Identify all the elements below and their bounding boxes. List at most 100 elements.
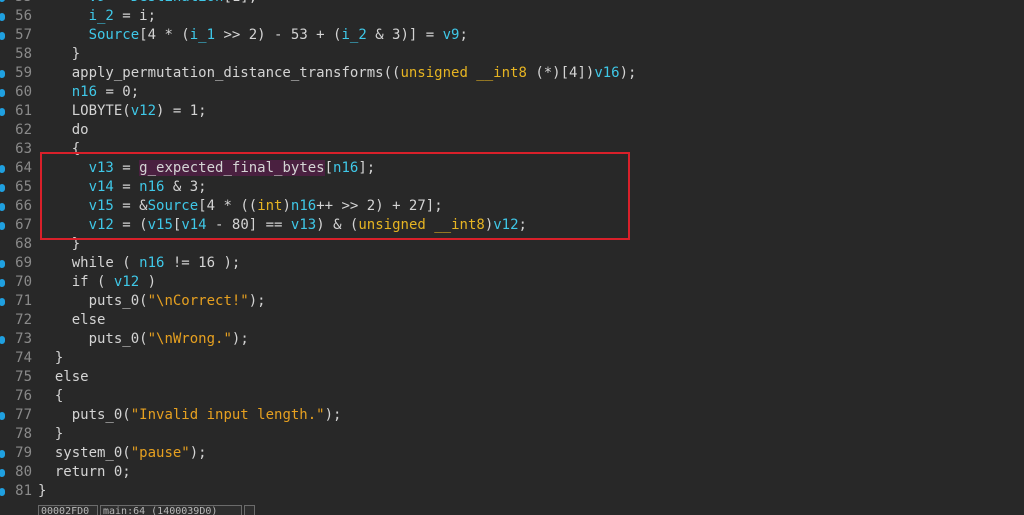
code-line[interactable]: 77 puts_0("Invalid input length."); <box>0 406 636 425</box>
token-var[interactable]: v9 <box>443 27 460 43</box>
code-text[interactable]: { <box>38 387 63 406</box>
code-line[interactable]: 63 { <box>0 140 636 159</box>
breakpoint-dot-icon[interactable] <box>0 335 5 344</box>
code-line[interactable]: 62 do <box>0 121 636 140</box>
pseudocode-view[interactable]: 55 v9 = Destination[1];56 i_2 = i;57 Sou… <box>0 0 1024 505</box>
code-text[interactable]: puts_0("Invalid input length."); <box>38 406 342 425</box>
breakpoint-dot-icon[interactable] <box>0 449 5 458</box>
gutter-empty[interactable] <box>0 127 5 135</box>
code-text[interactable]: system_0("pause"); <box>38 444 207 463</box>
breakpoint-dot-icon[interactable] <box>0 0 5 2</box>
token-var[interactable]: n16 <box>139 179 164 195</box>
token-var[interactable]: i_2 <box>89 8 114 24</box>
code-line[interactable]: 68 } <box>0 235 636 254</box>
code-text[interactable]: LOBYTE(v12) = 1; <box>38 102 207 121</box>
token-var[interactable]: v12 <box>131 103 156 119</box>
code-text[interactable]: do <box>38 121 89 140</box>
code-line[interactable]: 65 v14 = n16 & 3; <box>0 178 636 197</box>
token-func[interactable]: system_0 <box>55 445 122 461</box>
code-line[interactable]: 76 { <box>0 387 636 406</box>
token-var[interactable]: n16 <box>333 160 358 176</box>
breakpoint-dot-icon[interactable] <box>0 107 5 116</box>
code-text[interactable]: else <box>38 311 106 330</box>
gutter-empty[interactable] <box>0 431 5 439</box>
gutter-empty[interactable] <box>0 146 5 154</box>
code-text[interactable]: puts_0("\nCorrect!"); <box>38 292 266 311</box>
token-var[interactable]: i_1 <box>190 27 215 43</box>
token-var[interactable]: v14 <box>89 179 114 195</box>
token-var[interactable]: v16 <box>594 65 619 81</box>
code-line[interactable]: 58 } <box>0 45 636 64</box>
code-text[interactable]: v14 = n16 & 3; <box>38 178 207 197</box>
code-text[interactable]: } <box>38 425 63 444</box>
code-text[interactable]: } <box>38 349 63 368</box>
breakpoint-dot-icon[interactable] <box>0 487 5 496</box>
breakpoint-dot-icon[interactable] <box>0 12 5 21</box>
token-var[interactable]: v15 <box>148 217 173 233</box>
token-var[interactable]: Source <box>148 198 199 214</box>
breakpoint-dot-icon[interactable] <box>0 69 5 78</box>
gutter-empty[interactable] <box>0 241 5 249</box>
token-func[interactable]: puts_0 <box>72 407 123 423</box>
code-line[interactable]: 56 i_2 = i; <box>0 7 636 26</box>
code-text[interactable]: if ( v12 ) <box>38 273 156 292</box>
token-var[interactable]: Source <box>89 27 140 43</box>
code-text[interactable]: v15 = &Source[4 * ((int)n16++ >> 2) + 27… <box>38 197 443 216</box>
gutter-empty[interactable] <box>0 393 5 401</box>
code-line[interactable]: 61 LOBYTE(v12) = 1; <box>0 102 636 121</box>
code-line[interactable]: 71 puts_0("\nCorrect!"); <box>0 292 636 311</box>
gutter-empty[interactable] <box>0 317 5 325</box>
breakpoint-dot-icon[interactable] <box>0 88 5 97</box>
code-line[interactable]: 79 system_0("pause"); <box>0 444 636 463</box>
code-text[interactable]: apply_permutation_distance_transforms((u… <box>38 64 637 83</box>
code-text[interactable]: i_2 = i; <box>38 7 156 26</box>
breakpoint-dot-icon[interactable] <box>0 411 5 420</box>
code-line[interactable]: 81} <box>0 482 636 501</box>
code-text[interactable]: } <box>38 482 46 501</box>
code-text[interactable]: v9 = Destination[1]; <box>38 0 258 7</box>
breakpoint-dot-icon[interactable] <box>0 468 5 477</box>
code-text[interactable]: v12 = (v15[v14 - 80] == v13) & (unsigned… <box>38 216 527 235</box>
token-var[interactable]: v14 <box>181 217 206 233</box>
gutter-empty[interactable] <box>0 51 5 59</box>
breakpoint-dot-icon[interactable] <box>0 221 5 230</box>
breakpoint-dot-icon[interactable] <box>0 31 5 40</box>
code-text[interactable]: { <box>38 140 80 159</box>
code-line[interactable]: 73 puts_0("\nWrong."); <box>0 330 636 349</box>
token-var[interactable]: v12 <box>493 217 518 233</box>
token-var[interactable]: v15 <box>89 198 114 214</box>
token-func[interactable]: puts_0 <box>89 293 140 309</box>
breakpoint-dot-icon[interactable] <box>0 278 5 287</box>
token-var[interactable]: n16 <box>139 255 164 271</box>
breakpoint-dot-icon[interactable] <box>0 202 5 211</box>
code-text[interactable]: n16 = 0; <box>38 83 139 102</box>
code-text[interactable]: else <box>38 368 89 387</box>
token-var[interactable]: v9 <box>89 0 106 5</box>
code-line[interactable]: 67 v12 = (v15[v14 - 80] == v13) & (unsig… <box>0 216 636 235</box>
token-func[interactable]: puts_0 <box>89 331 140 347</box>
token-var[interactable]: Destination <box>131 0 224 5</box>
code-line[interactable]: 78 } <box>0 425 636 444</box>
code-text[interactable]: while ( n16 != 16 ); <box>38 254 241 273</box>
code-line[interactable]: 55 v9 = Destination[1]; <box>0 0 636 7</box>
gutter-empty[interactable] <box>0 355 5 363</box>
code-line[interactable]: 69 while ( n16 != 16 ); <box>0 254 636 273</box>
breakpoint-dot-icon[interactable] <box>0 164 5 173</box>
code-text[interactable]: return 0; <box>38 463 131 482</box>
token-func[interactable]: apply_permutation_distance_transforms <box>72 65 384 81</box>
code-line[interactable]: 57 Source[4 * (i_1 >> 2) - 53 + (i_2 & 3… <box>0 26 636 45</box>
gutter-empty[interactable] <box>0 374 5 382</box>
code-line[interactable]: 75 else <box>0 368 636 387</box>
token-var[interactable]: i_2 <box>341 27 366 43</box>
breakpoint-dot-icon[interactable] <box>0 183 5 192</box>
token-var[interactable]: v12 <box>89 217 114 233</box>
breakpoint-dot-icon[interactable] <box>0 297 5 306</box>
token-var[interactable]: n16 <box>291 198 316 214</box>
code-line[interactable]: 60 n16 = 0; <box>0 83 636 102</box>
token-var[interactable]: n16 <box>72 84 97 100</box>
code-text[interactable]: } <box>38 45 80 64</box>
code-line[interactable]: 74 } <box>0 349 636 368</box>
breakpoint-dot-icon[interactable] <box>0 259 5 268</box>
code-line[interactable]: 80 return 0; <box>0 463 636 482</box>
code-line[interactable]: 66 v15 = &Source[4 * ((int)n16++ >> 2) +… <box>0 197 636 216</box>
